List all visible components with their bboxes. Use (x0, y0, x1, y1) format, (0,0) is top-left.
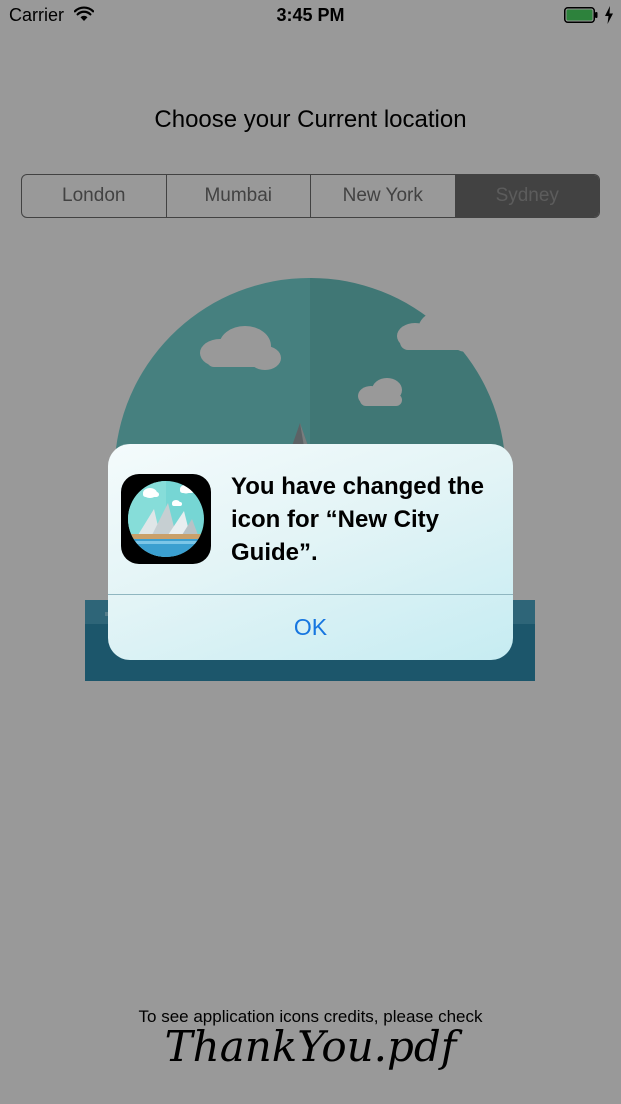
alert-message: You have changed the icon for “New City … (231, 473, 484, 566)
screen: Carrier 3:45 PM Choose your Current loca… (0, 0, 621, 1104)
sydney-app-icon (121, 474, 211, 564)
ok-button[interactable]: OK (108, 595, 513, 660)
icon-changed-alert: You have changed the icon for “New City … (108, 444, 513, 660)
